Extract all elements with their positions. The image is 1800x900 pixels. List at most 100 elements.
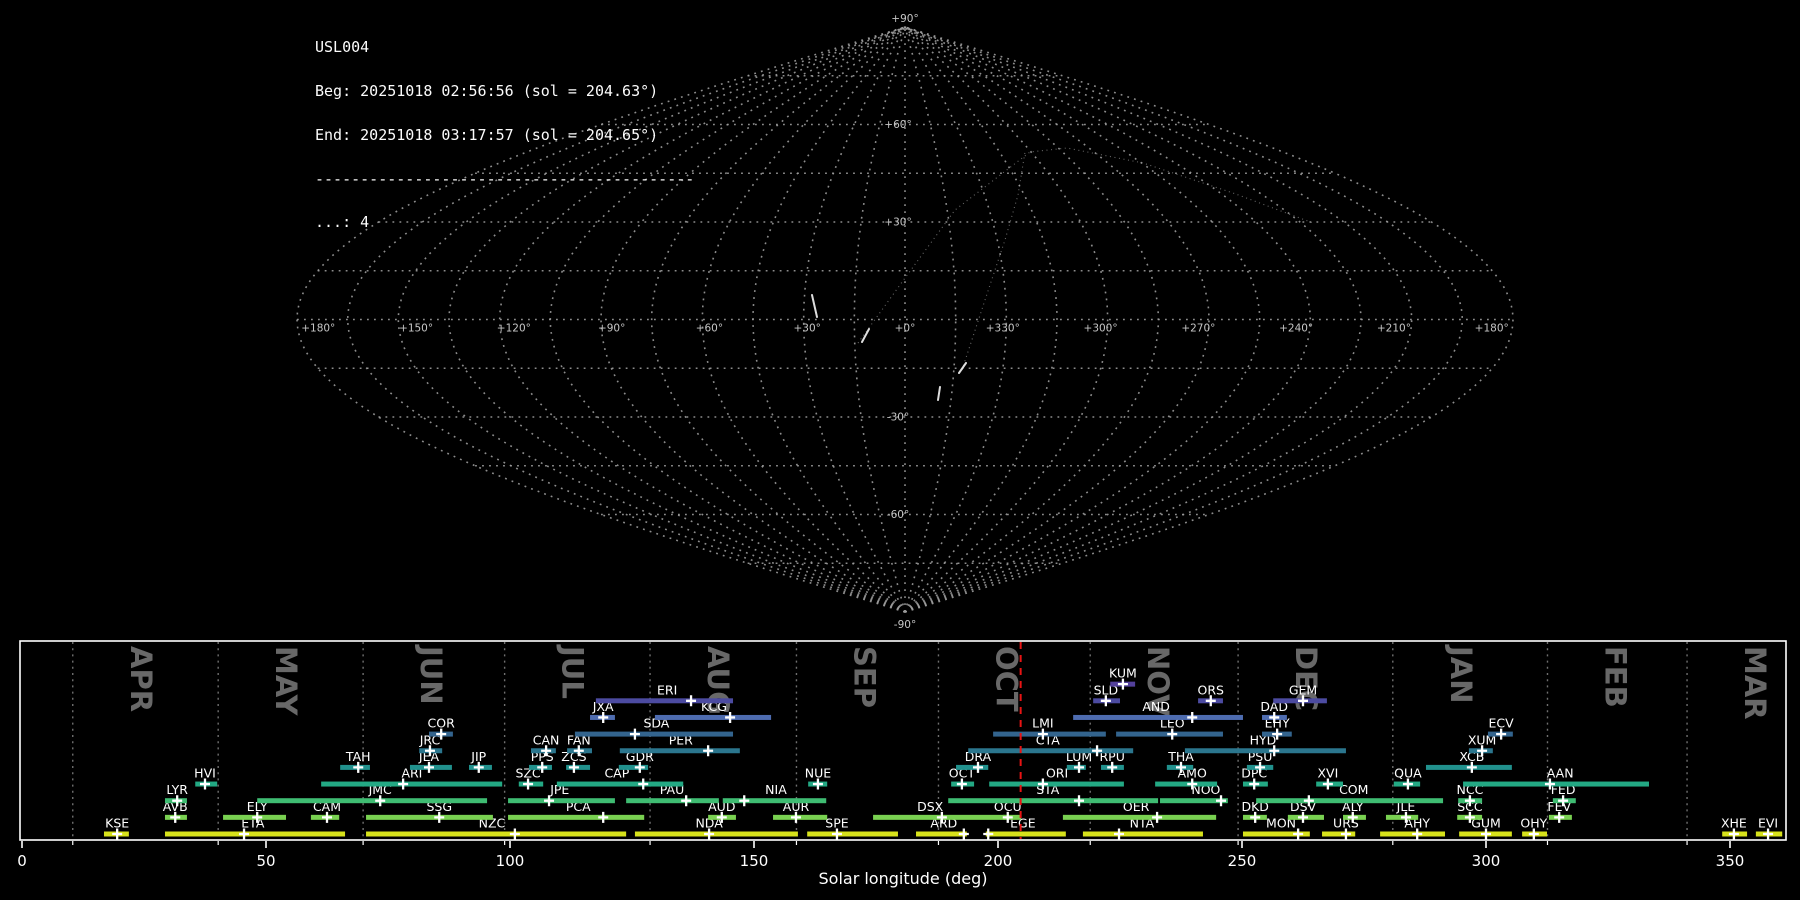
- shower-bar: [1082, 831, 1203, 837]
- shower-peak-marker: [638, 778, 649, 790]
- shower-label: SPE: [825, 816, 848, 831]
- shower-bar: [257, 798, 488, 804]
- shower-bar: [993, 731, 1106, 737]
- shower-bar: [989, 781, 1124, 787]
- shower-HVI: HVI: [194, 766, 218, 790]
- shower-QUA: QUA: [1393, 766, 1422, 790]
- month-label: JUL: [556, 644, 590, 699]
- shower-bar: [626, 798, 719, 804]
- shower-peak-marker: [1187, 711, 1198, 723]
- x-tick-label: 100: [496, 852, 525, 870]
- lon-label: +180°: [301, 323, 335, 335]
- shower-bar: [634, 831, 798, 837]
- shower-label: XHE: [1721, 816, 1747, 831]
- month-label: MAR: [1738, 646, 1772, 720]
- shower-label: CAN: [533, 732, 560, 747]
- shower-bar: [956, 764, 989, 770]
- lon-label: +270°: [1181, 323, 1215, 335]
- shower-bar: [321, 781, 503, 787]
- shower-peak-marker: [686, 695, 697, 707]
- shower-peak-marker: [958, 828, 969, 840]
- lat-label: -30°: [887, 412, 909, 424]
- lon-label: +120°: [497, 323, 531, 335]
- x-tick-label: 250: [1228, 852, 1257, 870]
- shower-bar: [722, 798, 827, 804]
- shower-KUM: KUM: [1109, 666, 1137, 690]
- month-label: JAN: [1444, 644, 1478, 704]
- shower-bar: [1073, 714, 1243, 720]
- shower-label: KUM: [1109, 666, 1137, 681]
- lat-label: +30°: [884, 217, 911, 229]
- month-label: APR: [124, 646, 158, 712]
- shower-label: JIP: [470, 749, 486, 764]
- meteor-trail: [937, 386, 941, 401]
- shower-label: DSX: [917, 799, 944, 814]
- shower-bar: [948, 798, 1159, 804]
- x-tick-label: 150: [740, 852, 769, 870]
- shower-bar: [1256, 798, 1444, 804]
- shower-label: KSE: [105, 816, 129, 831]
- x-axis-title: Solar longitude (deg): [819, 869, 988, 888]
- month-label: MAY: [269, 646, 303, 717]
- shower-bar: [1062, 814, 1217, 820]
- shower-label: LYR: [166, 782, 188, 797]
- shower-XVI: XVI: [1316, 766, 1344, 790]
- month-label: OCT: [989, 646, 1023, 712]
- shower-label: GEM: [1289, 682, 1317, 697]
- shower-label: AND: [1142, 699, 1170, 714]
- shower-bar: [807, 831, 898, 837]
- sky-meridian: [904, 26, 1464, 613]
- x-tick-label: 0: [17, 852, 27, 870]
- shower-peak-marker: [1114, 828, 1125, 840]
- shower-JIP: JIP: [469, 749, 492, 773]
- shower-bar: [574, 731, 734, 737]
- shower-bar: [366, 814, 493, 820]
- shower-COR: COR: [428, 716, 455, 740]
- lon-label: +300°: [1084, 323, 1118, 335]
- month-label: JUN: [414, 644, 448, 705]
- shower-label: TAH: [345, 749, 371, 764]
- shower-label: COM: [1339, 782, 1368, 797]
- shower-peak-marker: [739, 795, 750, 807]
- shower-LYR: LYR: [164, 782, 188, 807]
- shower-bar: [1463, 781, 1649, 787]
- shower-label: OHY: [1520, 816, 1547, 831]
- shower-CAN: CAN: [530, 732, 560, 757]
- shower-XHE: XHE: [1721, 816, 1748, 840]
- shower-bar: [968, 748, 1134, 754]
- meteor-trail: [861, 328, 870, 343]
- shower-peak-marker: [629, 728, 640, 740]
- shower-EVI: EVI: [1755, 816, 1783, 840]
- shower-label: ECV: [1489, 716, 1515, 731]
- lon-label: +180°: [1475, 323, 1509, 335]
- shower-label: NUE: [805, 766, 831, 781]
- shower-bar: [1184, 748, 1346, 754]
- lat-label: +90°: [891, 13, 918, 25]
- shower-label: ORS: [1198, 682, 1225, 697]
- shower-label: ORI: [1046, 766, 1068, 781]
- begin-time: Beg: 20251018 02:56:56 (sol = 204.63°): [315, 81, 659, 100]
- lon-label: +0°: [895, 323, 916, 335]
- x-tick-label: 350: [1716, 852, 1745, 870]
- shower-peak-marker: [598, 811, 609, 823]
- shower-label: QUA: [1394, 766, 1422, 781]
- shower-XCB: XCB: [1425, 749, 1512, 773]
- month-label: FEB: [1598, 646, 1632, 708]
- shower-peak-marker: [1074, 795, 1085, 807]
- meteor-radiant-and-activity-plot: +90° -90° +60° +30° -30° -60° +180° +150° +120° +…: [17, 13, 1787, 888]
- shower-bar: [508, 814, 645, 820]
- shower-label: LMI: [1032, 716, 1053, 731]
- lon-label: +90°: [598, 323, 625, 335]
- shower-ECV: ECV: [1487, 716, 1515, 740]
- lat-label: -60°: [887, 509, 909, 521]
- shower-label: ERI: [657, 682, 677, 697]
- sky-meridian: [904, 26, 1160, 613]
- lon-label: +330°: [986, 323, 1020, 335]
- shower-peak-marker: [703, 745, 714, 757]
- meteor-count: ...: 4: [315, 213, 370, 232]
- x-tick-label: 50: [256, 852, 275, 870]
- info-panel: USL004 Beg: 20251018 02:56:56 (sol = 204…: [315, 11, 694, 245]
- lon-label: +240°: [1279, 323, 1313, 335]
- shower-bar: [1155, 781, 1218, 787]
- shower-label: AAN: [1547, 766, 1574, 781]
